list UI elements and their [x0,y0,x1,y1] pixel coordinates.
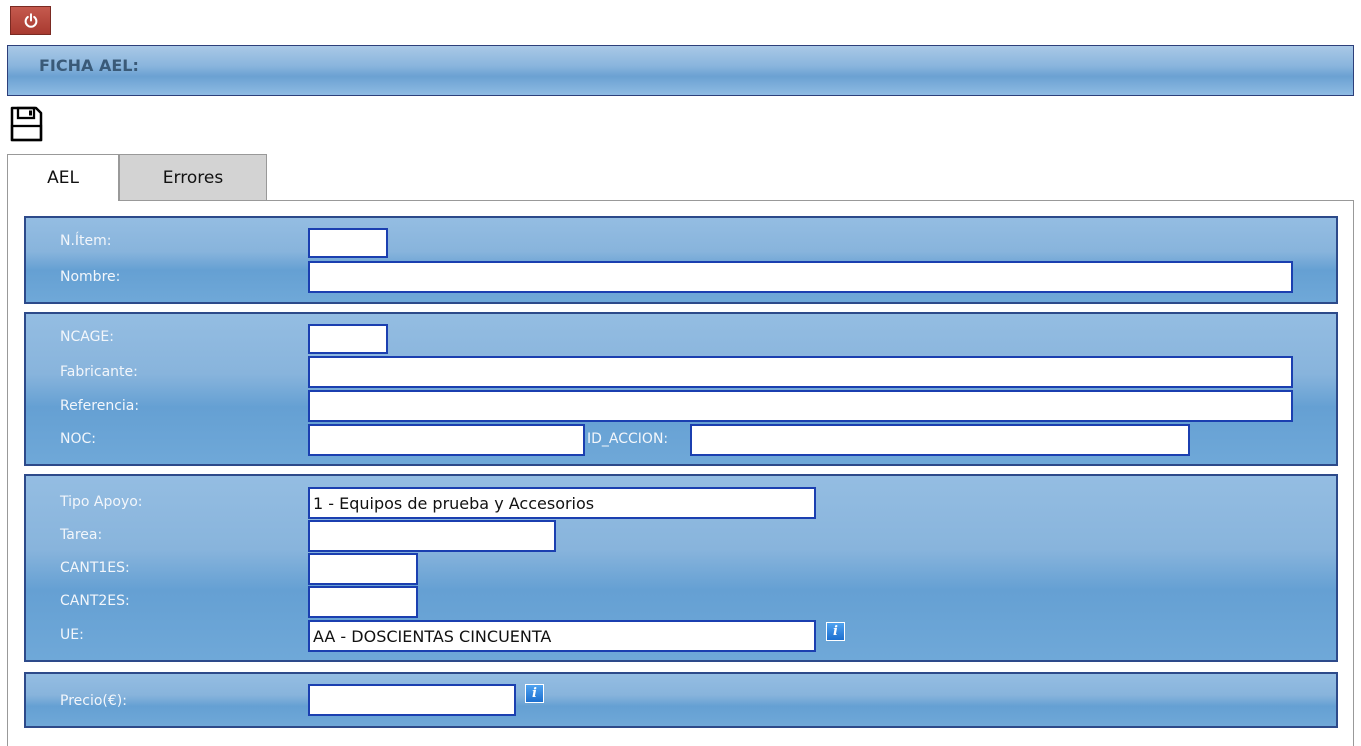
precio-info-icon[interactable]: i [525,684,544,703]
page-title: FICHA AEL: [39,56,139,75]
section-fabricante: NCAGE: Fabricante: Referencia: NOC: ID_A… [24,312,1338,466]
tab-errores[interactable]: Errores [119,154,267,200]
ue-field[interactable] [308,620,816,652]
tab-errores-label: Errores [162,167,224,188]
cant2es-input[interactable] [308,586,418,618]
tipo-apoyo-label: Tipo Apoyo: [60,494,143,510]
tarea-input[interactable] [308,520,556,552]
power-button[interactable] [10,6,51,35]
noc-input[interactable] [308,424,585,456]
section-item: N.Ítem: Nombre: [24,216,1338,304]
page-title-bar: FICHA AEL: [7,45,1354,96]
id-accion-label: ID_ACCION: [587,431,669,447]
cant2es-label: CANT2ES: [60,593,130,609]
tab-ael-label: AEL [47,168,79,188]
ue-label: UE: [60,627,84,643]
nombre-label: Nombre: [60,269,121,285]
tab-ael[interactable]: AEL [7,154,119,201]
precio-label: Precio(€): [60,693,127,709]
referencia-input[interactable] [308,390,1293,422]
nitem-input[interactable] [308,228,388,258]
fabricante-input[interactable] [308,356,1293,388]
ncage-input[interactable] [308,324,388,354]
ncage-label: NCAGE: [60,329,114,345]
tarea-label: Tarea: [60,527,103,543]
section-precio: Precio(€): i [24,672,1338,728]
tipo-apoyo-field[interactable] [308,487,816,519]
ue-info-icon[interactable]: i [826,622,845,641]
cant1es-input[interactable] [308,553,418,585]
nombre-input[interactable] [308,261,1293,293]
section-apoyo: Tipo Apoyo: Tarea: CANT1ES: CANT2ES: UE:… [24,474,1338,662]
nitem-label: N.Ítem: [60,233,112,249]
floppy-disk-icon[interactable] [10,106,43,142]
precio-input[interactable] [308,684,516,716]
id-accion-input[interactable] [690,424,1190,456]
cant1es-label: CANT1ES: [60,560,130,576]
referencia-label: Referencia: [60,398,140,414]
power-icon [24,12,37,28]
fabricante-label: Fabricante: [60,364,138,380]
noc-label: NOC: [60,431,96,447]
